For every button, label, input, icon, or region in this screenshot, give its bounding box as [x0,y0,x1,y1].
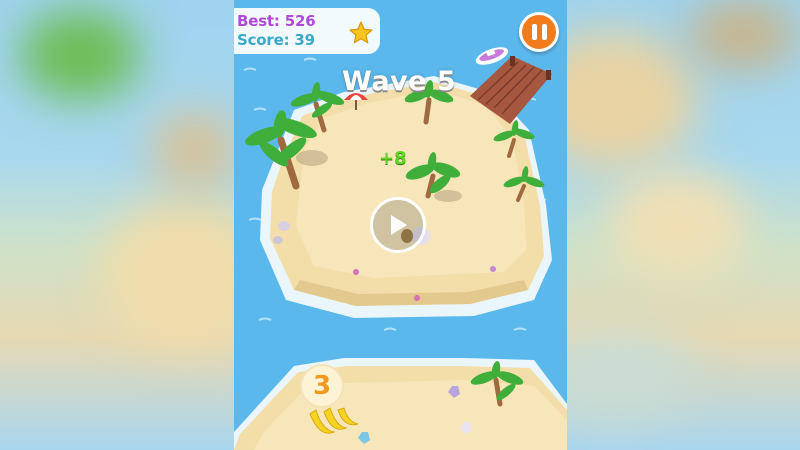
backdrop-right [567,0,800,450]
pause-icon [531,24,547,40]
play-icon [391,215,407,235]
game-viewport[interactable]: Best: 526 Score: 39 Wave 5 +8 3 [234,0,567,450]
backdrop-left [0,0,234,450]
play-button[interactable] [370,197,426,253]
star-button[interactable] [344,16,378,50]
next-level-badge: 3 [300,364,344,408]
star-icon [349,21,373,44]
current-score: Score: 39 [237,31,315,49]
best-score: Best: 526 [237,12,316,30]
pause-button[interactable] [519,12,559,52]
bonus-points: +8 [379,148,407,169]
wave-indicator: Wave 5 [342,66,457,97]
score-panel: Best: 526 Score: 39 [234,8,380,54]
